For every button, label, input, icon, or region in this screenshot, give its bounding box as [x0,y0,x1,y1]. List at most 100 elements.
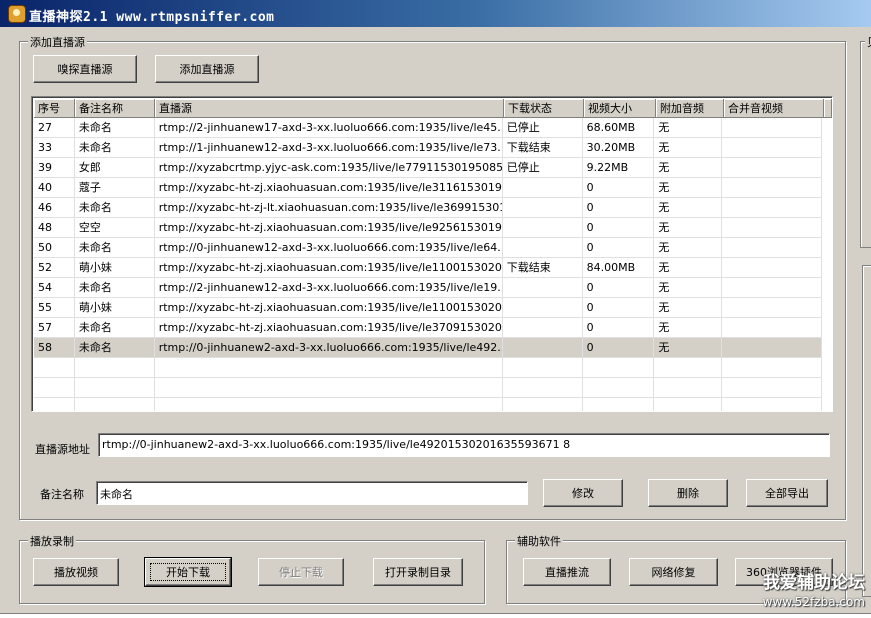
empty-cell [502,358,583,378]
row-name: 未命名 [74,118,155,138]
column-header-size[interactable]: 视频大小 [584,99,656,118]
stop-download-button[interactable]: 停止下载 [258,558,344,586]
row-audio: 无 [654,238,723,258]
row-size: 0 [582,218,655,238]
row-merge [722,338,822,358]
column-header-merge[interactable]: 合并音视频 [724,99,824,118]
row-source: rtmp://xyzabc-ht-zj.xiaohuasuan.com:1935… [154,178,503,198]
add-source-button[interactable]: 添加直播源 [155,55,259,83]
row-status: 已停止 [502,118,583,138]
watermark-url: www.52fzba.com [762,595,865,609]
empty-cell [34,378,75,398]
export-all-button[interactable]: 全部导出 [746,479,828,507]
row-size: 0 [582,198,655,218]
empty-cell [722,398,822,411]
row-source: rtmp://0-jinhuanew12-axd-3-xx.luoluo666.… [154,238,503,258]
table-row[interactable]: 52 萌小妹 rtmp://xyzabc-ht-zj.xiaohuasuan.com… [34,258,822,278]
live-push-button[interactable]: 直播推流 [523,558,611,586]
row-name: 未命名 [74,338,155,358]
column-header-audio[interactable]: 附加音频 [656,99,724,118]
right-panel-lower [862,265,871,597]
table-row[interactable]: 48 空空 rtmp://xyzabc-ht-zj.xiaohuasuan.com:… [34,218,822,238]
row-size: 0 [582,298,655,318]
row-index: 40 [34,178,75,198]
source-address-input[interactable]: rtmp://0-jinhuanew2-axd-3-xx.luoluo666.c… [98,433,830,457]
table-row[interactable]: 39 女郎 rtmp://xyzabcrtmp.yjyc-ask.com:1935/… [34,158,822,178]
row-index: 50 [34,238,75,258]
empty-cell [75,398,155,411]
network-repair-label: 网络修复 [651,566,696,579]
app-icon [8,5,26,23]
list-body: 27 未命名 rtmp://2-jinhuanew17-axd-3-xx.luolu… [34,118,822,411]
row-merge [722,318,822,338]
row-audio: 无 [654,178,723,198]
network-repair-button[interactable]: 网络修复 [629,558,718,586]
row-source: rtmp://xyzabcrtmp.yjyc-ask.com:1935/live… [154,158,503,178]
empty-cell [74,378,155,398]
empty-row [34,358,822,378]
table-row[interactable]: 55 萌小妹 rtmp://xyzabc-ht-zj.xiaohuasuan.com… [34,298,822,318]
row-size: 84.00MB [582,258,655,278]
row-status [502,338,583,358]
start-download-button[interactable]: 开始下载 [144,557,232,587]
empty-cell [154,358,503,378]
column-header-status[interactable]: 下载状态 [504,99,584,118]
row-size: 0 [582,278,655,298]
row-audio: 无 [654,338,723,358]
table-row[interactable]: 50 未命名 rtmp://0-jinhuanew12-axd-3-xx.luolu… [34,238,822,258]
open-record-dir-button[interactable]: 打开录制目录 [373,558,463,586]
play-video-button[interactable]: 播放视频 [33,558,119,586]
row-name: 女郎 [74,158,155,178]
row-name: 萌小妹 [74,298,155,318]
row-audio: 无 [654,278,723,298]
table-row[interactable]: 33 未命名 rtmp://1-jinhuanew12-axd-3-xx.luolu… [34,138,822,158]
sniff-source-button[interactable]: 嗅探直播源 [33,55,137,83]
row-name: 未命名 [74,138,155,158]
edit-button[interactable]: 修改 [543,479,623,507]
row-status [502,178,583,198]
main-window: 直播神探2.1 www.rtmpsniffer.com 添加直播源 嗅探直播源 … [0,0,871,614]
focus-ring [150,563,226,581]
row-status [502,218,583,238]
title-bar[interactable]: 直播神探2.1 www.rtmpsniffer.com [0,0,871,27]
table-row[interactable]: 58 未命名 rtmp://0-jinhuanew2-axd-3-xx.luoluo… [34,338,822,358]
row-size: 9.22MB [582,158,655,178]
row-merge [722,278,822,298]
note-name-input[interactable]: 未命名 [96,481,528,505]
table-row[interactable]: 57 未命名 rtmp://xyzabc-ht-zj.xiaohuasuan.com… [34,318,822,338]
table-row[interactable]: 27 未命名 rtmp://2-jinhuanew17-axd-3-xx.luolu… [34,118,822,138]
empty-cell [654,358,723,378]
empty-cell [74,358,155,378]
table-row[interactable]: 54 未命名 rtmp://2-jinhuanew12-axd-3-xx.luolu… [34,278,822,298]
row-merge [722,218,822,238]
column-header-index[interactable]: 序号 [34,99,75,118]
row-audio: 无 [654,158,723,178]
row-source: rtmp://xyzabc-ht-zj-lt.xiaohuasuan.com:1… [154,198,503,218]
row-status: 下载结束 [502,138,583,158]
column-header-source[interactable]: 直播源 [155,99,504,118]
right-panel-title: 贝 [865,34,871,50]
row-size: 0 [582,178,655,198]
edit-label: 修改 [572,487,594,500]
column-header-name[interactable]: 备注名称 [75,99,155,118]
empty-cell [34,358,75,378]
row-index: 39 [34,158,75,178]
empty-cell [34,398,75,411]
row-index: 57 [34,318,75,338]
row-status [502,278,583,298]
row-index: 48 [34,218,75,238]
source-list[interactable]: 序号 备注名称 直播源 下载状态 视频大小 附加音频 合并音视频 27 未命名 rt… [31,96,833,412]
row-index: 54 [34,278,75,298]
playback-group-title: 播放录制 [28,533,76,549]
table-row[interactable]: 40 蔻子 rtmp://xyzabc-ht-zj.xiaohuasuan.com:… [34,178,822,198]
row-name: 萌小妹 [74,258,155,278]
delete-button[interactable]: 删除 [648,479,728,507]
right-panel-upper: 贝 [860,34,871,248]
empty-cell [722,378,822,398]
window-title: 直播神探2.1 www.rtmpsniffer.com [29,10,275,25]
table-row[interactable]: 46 未命名 rtmp://xyzabc-ht-zj-lt.xiaohuasuan.… [34,198,822,218]
empty-cell [654,378,723,398]
note-name-label: 备注名称 [40,488,84,501]
row-status [502,318,583,338]
list-header: 序号 备注名称 直播源 下载状态 视频大小 附加音频 合并音视频 [34,99,832,118]
